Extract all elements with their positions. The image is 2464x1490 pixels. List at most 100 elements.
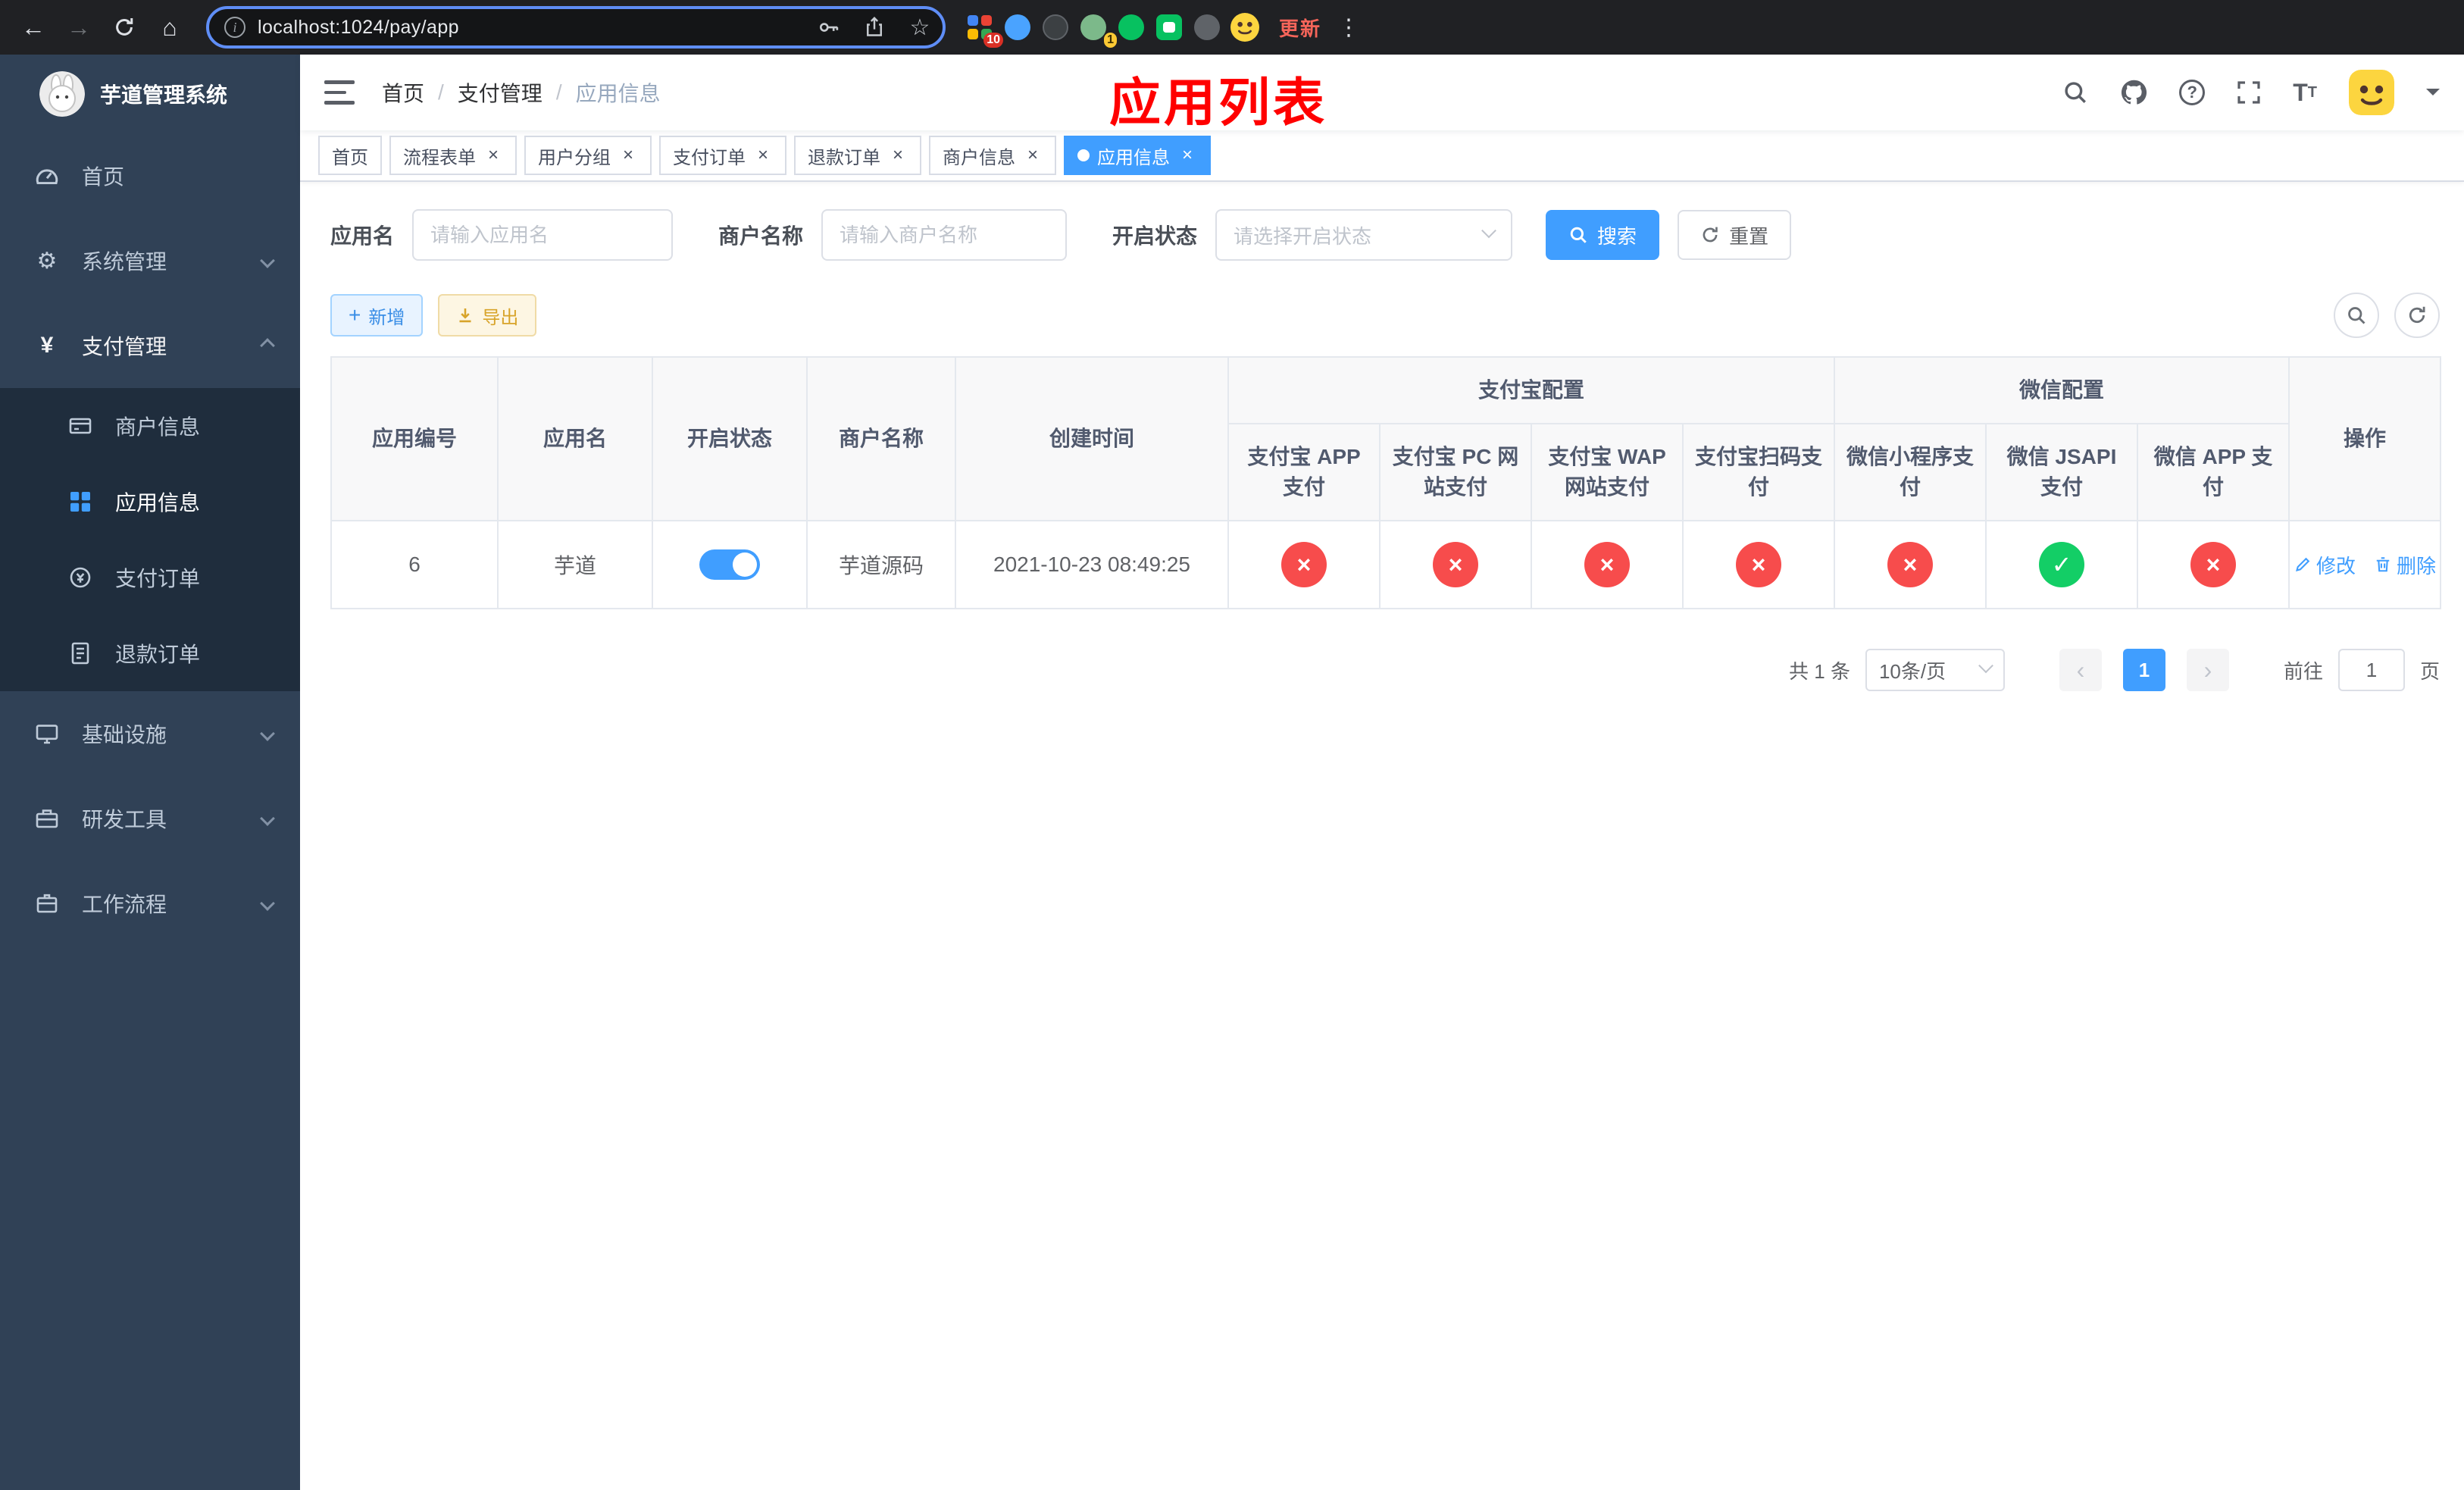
sidebar-item-app-info[interactable]: 应用信息 <box>0 464 300 540</box>
add-button[interactable]: + 新增 <box>330 294 424 337</box>
reload-icon[interactable] <box>103 6 145 49</box>
tab-pay-order[interactable]: 支付订单 × <box>659 136 786 175</box>
sidebar-item-payment[interactable]: ¥ 支付管理 <box>0 303 300 388</box>
prev-page-button[interactable]: ‹ <box>2059 649 2102 691</box>
search-icon[interactable] <box>2062 80 2088 105</box>
app-logo[interactable]: 芋道管理系统 <box>0 55 300 133</box>
export-button[interactable]: 导出 <box>438 294 537 337</box>
col-alipay-qr: 支付宝扫码支付 <box>1681 423 1836 521</box>
cell-status <box>652 520 808 609</box>
sidebar: 芋道管理系统 首页 ⚙ 系统管理 ¥ 支付管理 商户信息 应用信息 支付订单 退… <box>0 55 300 1490</box>
github-icon[interactable] <box>2120 79 2147 106</box>
breadcrumb-separator: / <box>438 80 444 104</box>
sidebar-item-label: 首页 <box>82 165 125 189</box>
fullscreen-icon[interactable] <box>2237 80 2261 105</box>
site-info-icon[interactable]: i <box>224 17 245 38</box>
page-1-button[interactable]: 1 <box>2122 649 2165 691</box>
breadcrumb-home[interactable]: 首页 <box>382 77 424 108</box>
sidebar-item-pay-order[interactable]: 支付订单 <box>0 540 300 615</box>
app-name-label: 应用名 <box>330 224 395 248</box>
table-row: 6 芋道 芋道源码 2021-10-23 08:49:25 × × × × × … <box>330 520 2442 609</box>
show-search-toggle-icon[interactable] <box>2334 293 2379 338</box>
status-toggle[interactable] <box>699 549 760 580</box>
annotation-title: 应用列表 <box>1109 74 1328 132</box>
search-button[interactable]: 搜索 <box>1546 210 1660 260</box>
browser-toolbar: ← → ⌂ i localhost:1024/pay/app ☆ 10 1 更新… <box>0 0 2464 55</box>
reset-button[interactable]: 重置 <box>1678 210 1792 260</box>
filter-form: 应用名 商户名称 开启状态 请选择开启状态 <box>330 209 2440 261</box>
alipay-pc-status-icon: × <box>1433 542 1478 587</box>
browser-avatar-icon[interactable] <box>1229 11 1261 43</box>
extension-grid-icon[interactable]: 10 <box>964 11 1003 48</box>
bookmark-star-icon[interactable]: ☆ <box>903 11 937 44</box>
group-alipay-config: 支付宝配置 <box>1227 356 1836 424</box>
url-bar[interactable]: i localhost:1024/pay/app ☆ <box>206 6 946 49</box>
wechat-jsapi-status-icon: ✓ <box>2039 542 2085 587</box>
extension-chat-icon[interactable] <box>1153 11 1185 43</box>
main-area: 应用列表 首页 / 支付管理 / 应用信息 ? T T 首页 流程表单 × 用户… <box>300 55 2464 1490</box>
refresh-icon[interactable] <box>2394 293 2440 338</box>
sidebar-item-refund-order[interactable]: 退款订单 <box>0 615 300 691</box>
puzzle-extensions-icon[interactable] <box>1191 11 1223 43</box>
forward-icon[interactable]: → <box>58 6 100 49</box>
wechat-app-status-icon: × <box>2190 542 2237 587</box>
sidebar-toggle-icon[interactable] <box>324 80 355 105</box>
browser-menu-icon[interactable]: ⋮ <box>1337 14 1361 41</box>
user-caret-icon[interactable] <box>2426 89 2440 102</box>
chevron-down-icon <box>260 253 275 268</box>
goto-page-input[interactable] <box>2337 649 2405 691</box>
sidebar-item-merchant-info[interactable]: 商户信息 <box>0 388 300 464</box>
password-key-icon[interactable] <box>812 11 846 44</box>
col-alipay-wap: 支付宝 WAP 网站支付 <box>1531 423 1684 521</box>
font-size-icon[interactable]: TT <box>2293 79 2317 107</box>
close-icon[interactable]: × <box>1023 146 1043 165</box>
tab-merchant-info[interactable]: 商户信息 × <box>929 136 1056 175</box>
browser-update-button[interactable]: 更新 <box>1279 14 1321 42</box>
delete-link[interactable]: 删除 <box>2374 551 2436 579</box>
group-wechat-config: 微信配置 <box>1834 356 2290 424</box>
tab-app-info[interactable]: 应用信息 × <box>1064 136 1211 175</box>
home-icon[interactable]: ⌂ <box>149 6 191 49</box>
extension-dark-icon[interactable] <box>1040 11 1071 43</box>
close-icon[interactable]: × <box>618 146 638 165</box>
sidebar-item-label: 工作流程 <box>82 893 167 916</box>
close-icon[interactable]: × <box>753 146 773 165</box>
extension-blue-icon[interactable] <box>1002 11 1033 43</box>
page-size-select[interactable]: 10条/页 <box>1865 649 2005 691</box>
sidebar-item-infrastructure[interactable]: 基础设施 <box>0 691 300 776</box>
sidebar-item-dev-tools[interactable]: 研发工具 <box>0 776 300 861</box>
sidebar-item-workflow[interactable]: 工作流程 <box>0 861 300 946</box>
url-text[interactable]: localhost:1024/pay/app <box>258 17 800 39</box>
sidebar-item-system[interactable]: ⚙ 系统管理 <box>0 218 300 303</box>
close-icon[interactable]: × <box>483 146 503 165</box>
chevron-down-icon <box>260 896 275 911</box>
credit-card-icon <box>67 412 94 440</box>
download-icon <box>459 308 471 323</box>
briefcase-icon <box>33 890 61 917</box>
extension-green-circle-icon[interactable] <box>1115 11 1147 43</box>
profile-avatar-icon[interactable]: 1 <box>1077 11 1117 48</box>
chevron-down-icon <box>1481 223 1496 239</box>
tab-home[interactable]: 首页 <box>318 136 382 175</box>
tab-user-group[interactable]: 用户分组 × <box>524 136 652 175</box>
close-icon[interactable]: × <box>888 146 908 165</box>
close-icon[interactable]: × <box>1177 146 1197 165</box>
merchant-name-input[interactable] <box>840 223 1049 247</box>
cell-created: 2021-10-23 08:49:25 <box>955 520 1229 609</box>
status-select[interactable]: 请选择开启状态 <box>1215 209 1513 261</box>
breadcrumb-payment[interactable]: 支付管理 <box>458 77 543 108</box>
user-avatar[interactable] <box>2349 70 2394 115</box>
col-status: 开启状态 <box>652 356 808 521</box>
sidebar-item-home[interactable]: 首页 <box>0 133 300 218</box>
next-page-button[interactable]: › <box>2186 649 2229 691</box>
tab-process-form[interactable]: 流程表单 × <box>389 136 517 175</box>
app-table: 应用编号 应用名 开启状态 商户名称 创建时间 支付宝配置 微信配置 操作 支付… <box>330 356 2442 609</box>
col-actions: 操作 <box>2288 356 2442 521</box>
help-icon[interactable]: ? <box>2179 80 2206 105</box>
share-icon[interactable] <box>858 11 891 44</box>
back-icon[interactable]: ← <box>12 6 55 49</box>
page-unit-label: 页 <box>2419 659 2440 683</box>
edit-link[interactable]: 修改 <box>2294 551 2356 579</box>
app-name-input[interactable] <box>430 223 655 247</box>
tab-refund-order[interactable]: 退款订单 × <box>794 136 921 175</box>
